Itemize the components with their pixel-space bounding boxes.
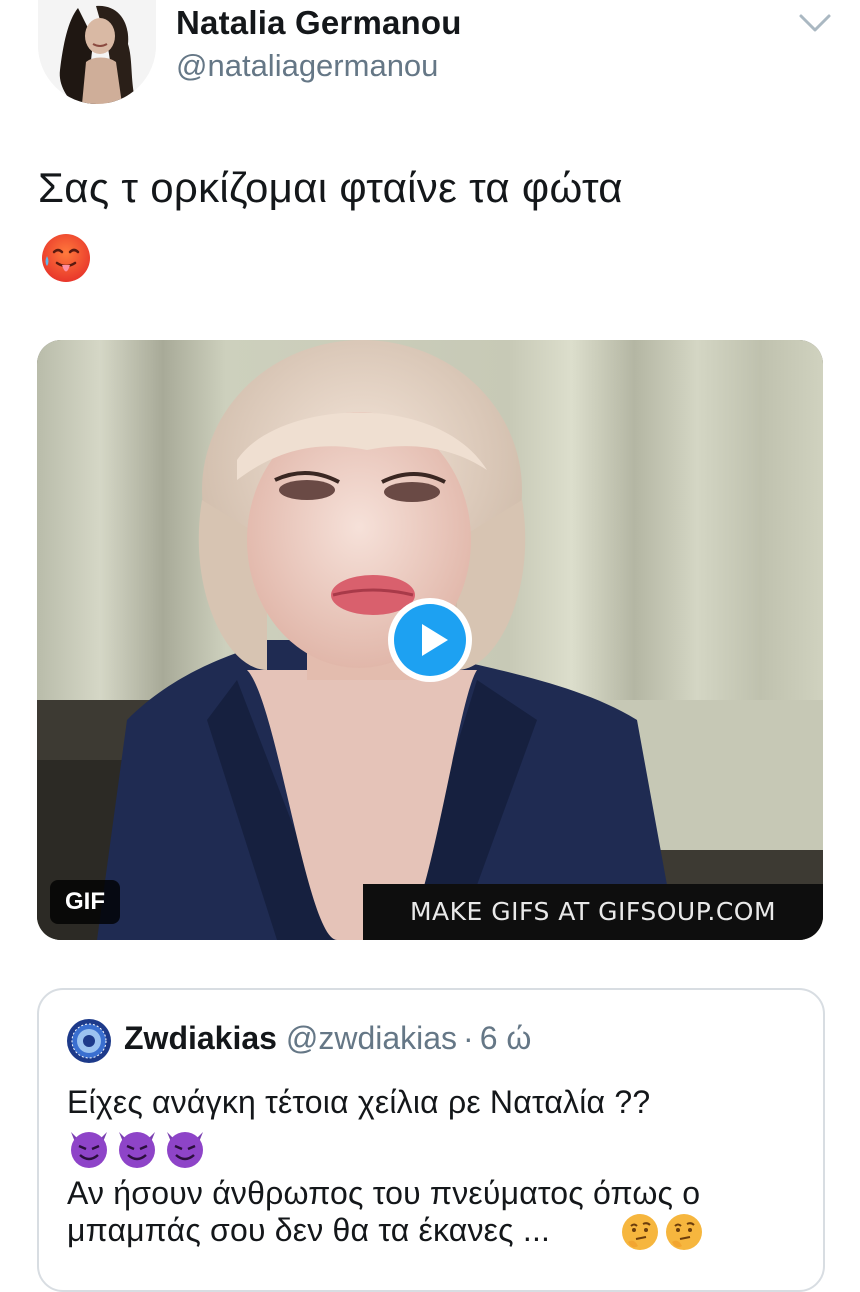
avatar-photo <box>38 0 156 104</box>
hot-face-icon <box>42 234 90 282</box>
quote-emoji-row <box>67 1126 207 1170</box>
hot-face-emoji <box>40 232 92 284</box>
smiling-imp-icons <box>71 1132 203 1168</box>
zodiac-avatar-icon <box>67 1019 111 1063</box>
thinking-face-icon <box>620 1212 660 1252</box>
play-icon <box>388 598 472 682</box>
author-name[interactable]: Natalia Germanou <box>176 4 462 42</box>
quote-author-avatar[interactable] <box>66 1018 112 1064</box>
quote-text-line-2: Αν ήσουν άνθρωπος του πνεύματος όπως ο <box>67 1175 701 1211</box>
smiling-imp-icon <box>119 1132 155 1168</box>
quote-separator: · <box>463 1020 474 1056</box>
play-button[interactable] <box>386 596 474 684</box>
quote-header: Zwdiakias @zwdiakias · 6 ώ <box>124 1020 531 1057</box>
thinking-face-icon <box>664 1212 704 1252</box>
author-handle[interactable]: @nataliagermanou <box>176 48 438 84</box>
quote-text-line-3: μπαμπάς σου δεν θα τα έκανες ... <box>67 1212 551 1248</box>
gif-badge: GIF <box>50 880 120 924</box>
quote-text-line-1: Είχες ανάγκη τέτοια χείλια ρε Ναταλία ?? <box>67 1084 651 1120</box>
smiling-imp-icon <box>167 1132 203 1168</box>
tweet-text: Σας τ ορκίζομαι φταίνε τα φώτα <box>38 164 623 211</box>
quote-author-handle[interactable]: @zwdiakias <box>286 1020 457 1056</box>
gif-watermark: MAKE GIFS AT GIFSOUP.COM <box>363 884 823 940</box>
smiling-imp-icon <box>71 1132 107 1168</box>
author-avatar[interactable] <box>38 0 156 104</box>
quote-timestamp[interactable]: 6 ώ <box>480 1020 532 1056</box>
quote-author-name[interactable]: Zwdiakias <box>124 1020 277 1056</box>
chevron-down-icon <box>799 14 831 32</box>
more-options-button[interactable] <box>795 8 835 38</box>
